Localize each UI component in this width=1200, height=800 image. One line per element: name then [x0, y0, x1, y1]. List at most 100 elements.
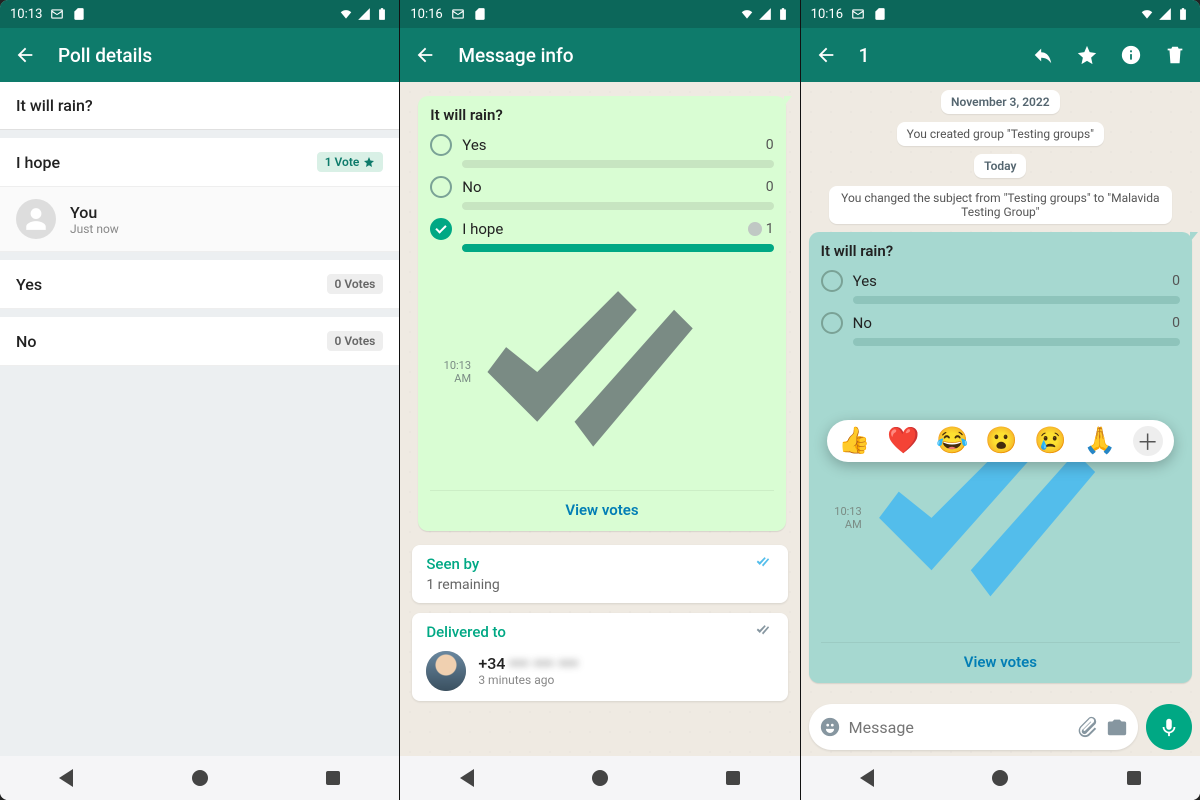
poll-question: It will rain? [16, 96, 383, 115]
reaction-picker: 👍 ❤️ 😂 😮 😢 🙏 ＋ [827, 420, 1174, 462]
selection-app-bar: 1 [801, 28, 1200, 82]
poll-bar [853, 296, 1180, 304]
status-time: 10:16 [410, 7, 442, 22]
page-title: Poll details [58, 44, 152, 67]
arrow-back-icon [14, 44, 36, 66]
person-icon [23, 206, 49, 232]
reaction-heart[interactable]: ❤️ [887, 426, 919, 456]
radio-unchecked-icon[interactable] [821, 312, 843, 334]
gmail-icon [50, 7, 64, 21]
message-time: 10:13 AM [821, 505, 862, 531]
seen-remaining: 1 remaining [426, 577, 773, 593]
sd-icon [873, 7, 887, 21]
radio-unchecked-icon[interactable] [821, 270, 843, 292]
message-input-bar [801, 698, 1200, 756]
poll-option-row[interactable]: No 0 Votes [0, 317, 399, 366]
poll-option[interactable]: I hope 1 [430, 218, 773, 240]
signal-icon [1158, 7, 1172, 21]
option-label: No [16, 332, 36, 351]
sd-icon [72, 7, 86, 21]
reply-icon [1032, 44, 1054, 66]
poll-message-bubble[interactable]: It will rain? Yes 0 No 0 I hope 1 [418, 96, 785, 531]
trash-icon [1164, 44, 1186, 66]
mic-button[interactable] [1146, 704, 1192, 750]
reaction-more-button[interactable]: ＋ [1133, 426, 1163, 456]
status-bar: 10:16 [801, 0, 1200, 28]
selection-count: 1 [859, 44, 870, 67]
back-button[interactable] [14, 44, 36, 66]
star-button[interactable] [1076, 44, 1098, 66]
voter-mini-avatar [748, 222, 762, 236]
nav-bar [801, 756, 1200, 800]
screen-poll-details: 10:13 Poll details It will rain? I hope [0, 0, 400, 800]
nav-recents-button[interactable] [326, 771, 340, 785]
view-votes-button[interactable]: View votes [821, 642, 1180, 673]
poll-question: It will rain? [430, 106, 773, 124]
reaction-wow[interactable]: 😮 [985, 426, 1017, 456]
reaction-laugh[interactable]: 😂 [936, 426, 968, 456]
battery-icon [1176, 7, 1190, 21]
poll-bar [462, 160, 773, 168]
status-bar: 10:13 [0, 0, 399, 28]
radio-unchecked-icon[interactable] [430, 176, 452, 198]
star-icon [363, 156, 375, 168]
status-bar: 10:16 [400, 0, 799, 28]
voter-row[interactable]: You Just now [0, 187, 399, 252]
screen-message-info: 10:16 Message info It will rain? [400, 0, 800, 800]
nav-recents-button[interactable] [726, 771, 740, 785]
view-votes-button[interactable]: View votes [430, 490, 773, 521]
poll-option[interactable]: No 0 [821, 312, 1180, 334]
option-label: Yes [16, 275, 42, 294]
poll-question-card: It will rain? [0, 82, 399, 130]
signal-icon [357, 7, 371, 21]
system-message: You changed the subject from "Testing gr… [829, 186, 1172, 224]
nav-back-button[interactable] [59, 769, 73, 787]
gmail-icon [851, 7, 865, 21]
message-input[interactable] [849, 718, 1068, 737]
nav-home-button[interactable] [992, 770, 1008, 786]
nav-back-button[interactable] [460, 769, 474, 787]
radio-unchecked-icon[interactable] [430, 134, 452, 156]
poll-option-row[interactable]: Yes 0 Votes [0, 260, 399, 309]
nav-bar [400, 756, 799, 800]
avatar [16, 199, 56, 239]
poll-question: It will rain? [821, 242, 1180, 260]
status-time: 10:16 [811, 7, 843, 22]
star-icon [1076, 44, 1098, 66]
reaction-thumbs-up[interactable]: 👍 [838, 426, 870, 456]
nav-bar [0, 756, 399, 800]
battery-icon [375, 7, 389, 21]
poll-option[interactable]: Yes 0 [430, 134, 773, 156]
voter-time: Just now [70, 222, 119, 236]
wifi-icon [339, 7, 353, 21]
option-label: I hope [16, 153, 60, 172]
nav-recents-button[interactable] [1127, 771, 1141, 785]
nav-home-button[interactable] [592, 770, 608, 786]
poll-bar [462, 244, 773, 252]
back-button[interactable] [815, 44, 837, 66]
radio-checked-icon[interactable] [430, 218, 452, 240]
emoji-icon[interactable] [819, 716, 841, 738]
contact-row[interactable]: +34 ••• ••• ••• 3 minutes ago [426, 651, 773, 691]
wifi-icon [1140, 7, 1154, 21]
attach-icon[interactable] [1076, 716, 1098, 738]
nav-home-button[interactable] [192, 770, 208, 786]
date-chip: November 3, 2022 [941, 90, 1060, 114]
arrow-back-icon [414, 44, 436, 66]
nav-back-button[interactable] [860, 769, 874, 787]
back-button[interactable] [414, 44, 436, 66]
delete-button[interactable] [1164, 44, 1186, 66]
poll-option[interactable]: Yes 0 [821, 270, 1180, 292]
reply-button[interactable] [1032, 44, 1054, 66]
reaction-sad[interactable]: 😢 [1034, 426, 1066, 456]
wifi-icon [740, 7, 754, 21]
camera-icon[interactable] [1106, 716, 1128, 738]
battery-icon [776, 7, 790, 21]
info-button[interactable] [1120, 44, 1142, 66]
reaction-pray[interactable]: 🙏 [1083, 426, 1115, 456]
poll-option-row[interactable]: I hope 1 Vote [0, 138, 399, 187]
date-chip: Today [974, 154, 1026, 178]
poll-option[interactable]: No 0 [430, 176, 773, 198]
contact-time: 3 minutes ago [478, 673, 578, 687]
info-icon [1120, 44, 1142, 66]
